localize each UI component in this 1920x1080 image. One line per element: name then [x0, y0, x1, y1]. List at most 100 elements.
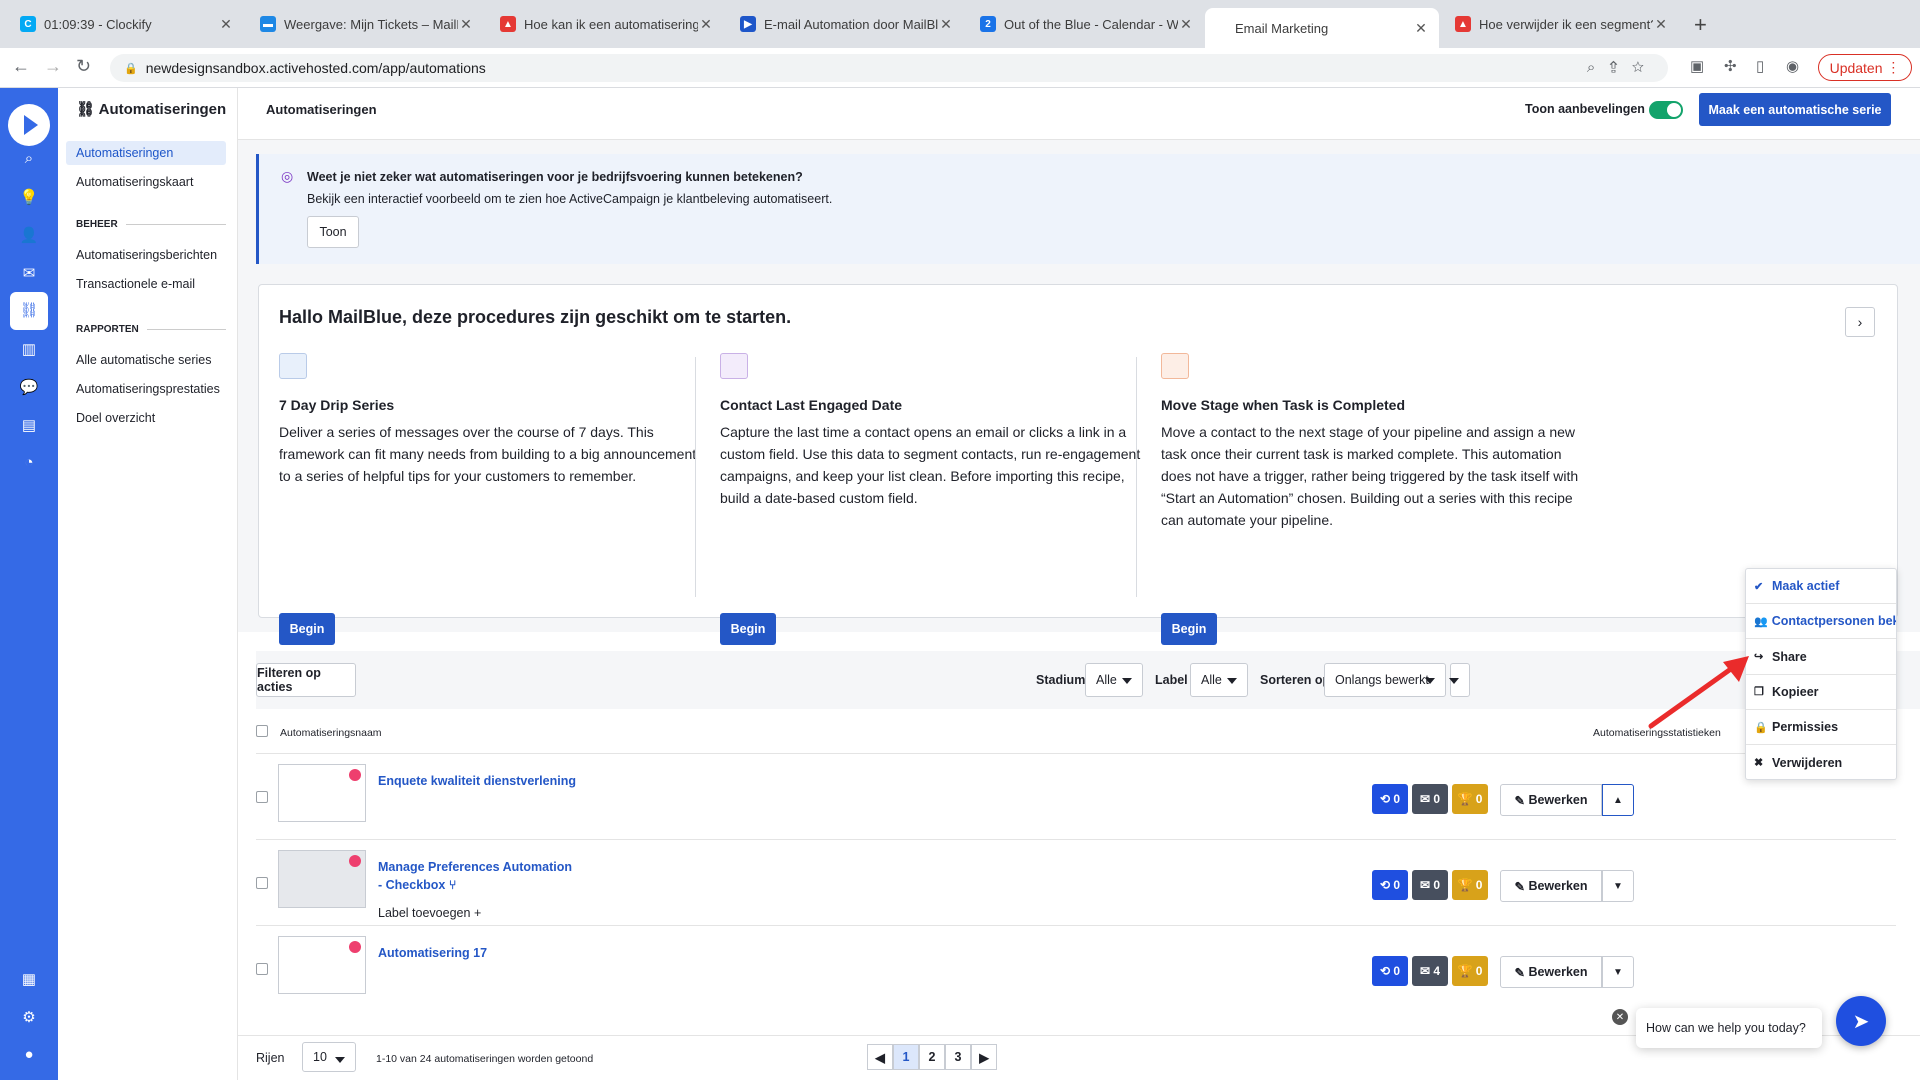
- stat-emails-badge: ✉ 4: [1412, 956, 1448, 986]
- page-button[interactable]: 3: [945, 1044, 971, 1070]
- begin-button[interactable]: Begin: [1161, 613, 1217, 645]
- begin-button[interactable]: Begin: [279, 613, 335, 645]
- row-checkbox[interactable]: [256, 877, 268, 889]
- puzzle-icon[interactable]: ✣: [1724, 57, 1737, 75]
- address-bar[interactable]: 🔒 newdesignsandbox.activehosted.com/app/…: [110, 54, 1668, 82]
- menu-item-label: Kopieer: [1772, 684, 1819, 699]
- website-icon[interactable]: ▤: [0, 416, 58, 434]
- begin-button[interactable]: Begin: [720, 613, 776, 645]
- apps-icon[interactable]: ▦: [0, 970, 58, 988]
- menu-item-contactpersonen-bekijken[interactable]: 👥Contactpersonen bekijken: [1746, 604, 1896, 640]
- menu-item-permissies[interactable]: 🔒 Permissies: [1746, 710, 1896, 746]
- chat-close-icon[interactable]: ✕: [1612, 1009, 1628, 1025]
- subnav-item-automatiseringsberichten[interactable]: Automatiseringsberichten: [66, 243, 226, 267]
- label-select[interactable]: Alle: [1190, 663, 1248, 697]
- user-icon[interactable]: ●: [0, 1046, 58, 1063]
- menu-item-maak-actief[interactable]: ✔ Maak actief: [1746, 569, 1896, 604]
- chat-prompt[interactable]: How can we help you today?: [1636, 1008, 1822, 1048]
- omnibox-actions-icon[interactable]: ⌕⇪☆: [1587, 59, 1658, 76]
- subnav-item-prestaties[interactable]: Automatiseringsprestaties: [66, 377, 226, 401]
- page-button[interactable]: 1: [893, 1044, 919, 1070]
- menu-item-share[interactable]: ↪ Share: [1746, 640, 1896, 675]
- tab-close-icon[interactable]: ✕: [1413, 20, 1429, 37]
- subnav-item-transactionele-email[interactable]: Transactionele e-mail: [66, 272, 226, 296]
- browser-tab[interactable]: ▶ E-mail Automation door MailBl ✕: [730, 8, 964, 40]
- automation-thumbnail[interactable]: [278, 936, 366, 994]
- tab-title: Hoe kan ik een automatisering: [524, 16, 698, 32]
- settings-icon[interactable]: ⚙: [0, 1008, 58, 1026]
- browser-tab[interactable]: ▬ Weergave: Mijn Tickets – MailB ✕: [250, 8, 484, 40]
- select-all-checkbox[interactable]: [256, 725, 268, 737]
- tab-close-icon[interactable]: ✕: [458, 16, 474, 33]
- tab-close-icon[interactable]: ✕: [1653, 16, 1669, 33]
- tab-close-icon[interactable]: ✕: [698, 16, 714, 33]
- page-title: Automatiseringen: [266, 102, 377, 117]
- browser-tab[interactable]: C 01:09:39 - Clockify ✕: [10, 8, 244, 40]
- stage-select[interactable]: Alle: [1085, 663, 1143, 697]
- tab-close-icon[interactable]: ✕: [938, 16, 954, 33]
- automation-name-link[interactable]: Manage Preferences Automation - Checkbox…: [378, 858, 578, 894]
- recommendations-toggle[interactable]: [1649, 101, 1683, 119]
- subnav-item-automatiseringen[interactable]: Automatiseringen: [66, 141, 226, 165]
- row-actions-menu: ✔ Maak actief 👥Contactpersonen bekijken ↪ Sh…: [1745, 568, 1897, 780]
- browser-tab[interactable]: ▲ Hoe verwijder ik een segment? ✕: [1445, 8, 1679, 40]
- automation-thumbnail[interactable]: [278, 850, 366, 908]
- automations-icon[interactable]: ⛓: [10, 292, 48, 330]
- subnav-item-doel-overzicht[interactable]: Doel overzicht: [66, 406, 226, 430]
- back-icon[interactable]: ←: [12, 56, 30, 77]
- tab-close-icon[interactable]: ✕: [218, 16, 234, 33]
- prev-page-button[interactable]: ◀: [867, 1044, 893, 1070]
- row-actions-toggle[interactable]: ▼: [1602, 870, 1634, 902]
- rows-per-page-select[interactable]: 10: [302, 1042, 356, 1072]
- row-checkbox[interactable]: [256, 791, 268, 803]
- banner-title: Weet je niet zeker wat automatiseringen …: [307, 170, 803, 184]
- add-label-link[interactable]: Label toevoegen +: [378, 906, 481, 920]
- tab-close-icon[interactable]: ✕: [1178, 16, 1194, 33]
- update-button[interactable]: Updaten ⋮: [1818, 54, 1912, 81]
- activecampaign-logo-icon[interactable]: [8, 104, 50, 146]
- automation-name-link[interactable]: Automatisering 17: [378, 944, 487, 962]
- show-demo-button[interactable]: Toon: [307, 216, 359, 248]
- favicon-icon: ▶: [740, 16, 756, 32]
- edit-button[interactable]: ✎ Bewerken: [1500, 784, 1602, 816]
- subnav-item-automatiseringskaart[interactable]: Automatiseringskaart: [66, 170, 226, 194]
- deals-icon[interactable]: ▥: [0, 340, 58, 358]
- stat-entered-badge: ⟲ 0: [1372, 784, 1408, 814]
- edit-button[interactable]: ✎ Bewerken: [1500, 956, 1602, 988]
- browser-tab[interactable]: ▲ Hoe kan ik een automatisering ✕: [490, 8, 724, 40]
- sort-select[interactable]: Onlangs bewerkt: [1324, 663, 1446, 697]
- page-button[interactable]: 2: [919, 1044, 945, 1070]
- row-actions-toggle[interactable]: ▲: [1602, 784, 1634, 816]
- next-recipes-button[interactable]: ›: [1845, 307, 1875, 337]
- forward-icon[interactable]: →: [44, 56, 62, 77]
- new-tab-button[interactable]: +: [1694, 12, 1707, 38]
- profile-avatar[interactable]: ◉: [1786, 57, 1799, 75]
- subnav-item-alle-series[interactable]: Alle automatische series: [66, 348, 226, 372]
- menu-item-verwijderen[interactable]: ✖ Verwijderen: [1746, 746, 1896, 780]
- campaigns-icon[interactable]: ✉: [0, 264, 58, 282]
- menu-item-kopieer[interactable]: ❐ Kopieer: [1746, 675, 1896, 710]
- contacts-icon[interactable]: 👤: [0, 226, 58, 244]
- recipe-name: Contact Last Engaged Date: [720, 397, 903, 413]
- browser-tab[interactable]: 2 Out of the Blue - Calendar - W ✕: [970, 8, 1204, 40]
- reports-icon[interactable]: ◔: [0, 454, 58, 471]
- row-checkbox[interactable]: [256, 963, 268, 975]
- row-actions-toggle[interactable]: ▼: [1602, 956, 1634, 988]
- page-header: Automatiseringen Toon aanbevelingen Maak…: [238, 88, 1920, 140]
- edit-button[interactable]: ✎ Bewerken: [1500, 870, 1602, 902]
- lightbulb-icon[interactable]: 💡: [0, 188, 58, 206]
- chat-launcher-button[interactable]: ➤: [1836, 996, 1886, 1046]
- reload-icon[interactable]: ↻: [76, 56, 91, 77]
- lock-icon: 🔒: [1754, 721, 1768, 734]
- browser-tab[interactable]: Email Marketing ✕: [1205, 8, 1439, 48]
- conversations-icon[interactable]: 💬: [0, 378, 58, 396]
- next-page-button[interactable]: ▶: [971, 1044, 997, 1070]
- sidepanel-icon[interactable]: ▯: [1756, 57, 1764, 75]
- automation-name-link[interactable]: Enquete kwaliteit dienstverlening: [378, 772, 576, 790]
- search-icon[interactable]: ⌕: [0, 150, 58, 167]
- create-automation-button[interactable]: Maak een automatische serie: [1699, 93, 1891, 126]
- extension-icon[interactable]: ▣: [1690, 57, 1704, 75]
- filter-actions-button[interactable]: Filteren op acties: [256, 663, 356, 697]
- view-select[interactable]: [1449, 663, 1470, 697]
- automation-thumbnail[interactable]: [278, 764, 366, 822]
